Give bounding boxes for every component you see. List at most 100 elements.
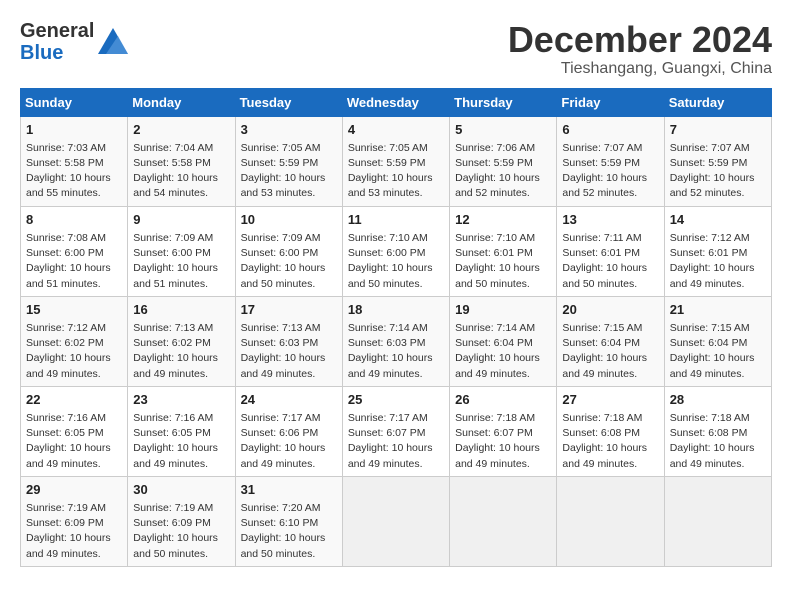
calendar-week-row: 1 Sunrise: 7:03 AMSunset: 5:58 PMDaylight… [21,116,772,206]
day-info: Sunrise: 7:13 AMSunset: 6:02 PMDaylight:… [133,321,229,382]
day-info: Sunrise: 7:10 AMSunset: 6:01 PMDaylight:… [455,231,551,292]
day-info: Sunrise: 7:18 AMSunset: 6:08 PMDaylight:… [562,411,658,472]
day-info: Sunrise: 7:10 AMSunset: 6:00 PMDaylight:… [348,231,444,292]
day-number: 4 [348,121,444,139]
calendar-cell: 27 Sunrise: 7:18 AMSunset: 6:08 PMDayligh… [557,386,664,476]
calendar-cell: 19Sunrise: 7:14 AMSunset: 6:04 PMDayligh… [450,296,557,386]
month-title: December 2024 [508,20,772,60]
calendar-cell: 10 Sunrise: 7:09 AMSunset: 6:00 PMDayligh… [235,206,342,296]
calendar-cell: 15 Sunrise: 7:12 AMSunset: 6:02 PMDayligh… [21,296,128,386]
calendar-cell: 31 Sunrise: 7:20 AMSunset: 6:10 PMDayligh… [235,476,342,566]
day-info: Sunrise: 7:17 AMSunset: 6:07 PMDaylight:… [348,411,444,472]
calendar-cell: 8 Sunrise: 7:08 AMSunset: 6:00 PMDaylight… [21,206,128,296]
day-info: Sunrise: 7:13 AMSunset: 6:03 PMDaylight:… [241,321,337,382]
day-info: Sunrise: 7:03 AMSunset: 5:58 PMDaylight:… [26,141,122,202]
day-number: 15 [26,301,122,319]
calendar-cell [342,476,449,566]
day-number: 12 [455,211,551,229]
calendar-cell: 21Sunrise: 7:15 AMSunset: 6:04 PMDayligh… [664,296,771,386]
day-number: 10 [241,211,337,229]
day-info: Sunrise: 7:09 AMSunset: 6:00 PMDaylight:… [241,231,337,292]
day-number: 18 [348,301,444,319]
day-number: 1 [26,121,122,139]
weekday-header: Wednesday [342,88,449,116]
day-info: Sunrise: 7:16 AMSunset: 6:05 PMDaylight:… [133,411,229,472]
calendar-cell: 17Sunrise: 7:13 AMSunset: 6:03 PMDayligh… [235,296,342,386]
calendar-cell: 7 Sunrise: 7:07 AMSunset: 5:59 PMDaylight… [664,116,771,206]
calendar-cell: 28 Sunrise: 7:18 AMSunset: 6:08 PMDayligh… [664,386,771,476]
day-info: Sunrise: 7:19 AMSunset: 6:09 PMDaylight:… [133,501,229,562]
day-number: 20 [562,301,658,319]
calendar-cell: 3Sunrise: 7:05 AMSunset: 5:59 PMDaylight… [235,116,342,206]
day-number: 7 [670,121,766,139]
day-number: 24 [241,391,337,409]
weekday-header: Tuesday [235,88,342,116]
logo-icon [98,28,128,59]
day-info: Sunrise: 7:15 AMSunset: 6:04 PMDaylight:… [562,321,658,382]
day-info: Sunrise: 7:18 AMSunset: 6:07 PMDaylight:… [455,411,551,472]
calendar-cell: 26 Sunrise: 7:18 AMSunset: 6:07 PMDayligh… [450,386,557,476]
day-number: 8 [26,211,122,229]
calendar-header-row: SundayMondayTuesdayWednesdayThursdayFrid… [21,88,772,116]
day-number: 9 [133,211,229,229]
day-number: 27 [562,391,658,409]
day-info: Sunrise: 7:07 AMSunset: 5:59 PMDaylight:… [670,141,766,202]
calendar-week-row: 8 Sunrise: 7:08 AMSunset: 6:00 PMDaylight… [21,206,772,296]
day-info: Sunrise: 7:14 AMSunset: 6:04 PMDaylight:… [455,321,551,382]
calendar-week-row: 22 Sunrise: 7:16 AMSunset: 6:05 PMDayligh… [21,386,772,476]
day-info: Sunrise: 7:11 AMSunset: 6:01 PMDaylight:… [562,231,658,292]
calendar-cell: 13 Sunrise: 7:11 AMSunset: 6:01 PMDayligh… [557,206,664,296]
calendar-cell: 23 Sunrise: 7:16 AMSunset: 6:05 PMDayligh… [128,386,235,476]
day-number: 2 [133,121,229,139]
weekday-header: Saturday [664,88,771,116]
day-number: 5 [455,121,551,139]
day-info: Sunrise: 7:05 AMSunset: 5:59 PMDaylight:… [348,141,444,202]
calendar-cell [557,476,664,566]
day-number: 25 [348,391,444,409]
weekday-header: Monday [128,88,235,116]
calendar-cell: 12 Sunrise: 7:10 AMSunset: 6:01 PMDayligh… [450,206,557,296]
calendar-cell: 5Sunrise: 7:06 AMSunset: 5:59 PMDaylight… [450,116,557,206]
calendar-cell: 6Sunrise: 7:07 AMSunset: 5:59 PMDaylight… [557,116,664,206]
calendar-week-row: 29 Sunrise: 7:19 AMSunset: 6:09 PMDayligh… [21,476,772,566]
day-number: 6 [562,121,658,139]
day-number: 11 [348,211,444,229]
calendar-cell [450,476,557,566]
calendar-cell: 9 Sunrise: 7:09 AMSunset: 6:00 PMDaylight… [128,206,235,296]
day-number: 29 [26,481,122,499]
day-number: 16 [133,301,229,319]
calendar-table: SundayMondayTuesdayWednesdayThursdayFrid… [20,88,772,567]
calendar-cell: 18 Sunrise: 7:14 AMSunset: 6:03 PMDayligh… [342,296,449,386]
day-info: Sunrise: 7:08 AMSunset: 6:00 PMDaylight:… [26,231,122,292]
calendar-cell: 30 Sunrise: 7:19 AMSunset: 6:09 PMDayligh… [128,476,235,566]
day-number: 14 [670,211,766,229]
calendar-cell: 4 Sunrise: 7:05 AMSunset: 5:59 PMDaylight… [342,116,449,206]
weekday-header: Thursday [450,88,557,116]
logo-general: General [20,20,94,42]
day-number: 31 [241,481,337,499]
calendar-cell: 22 Sunrise: 7:16 AMSunset: 6:05 PMDayligh… [21,386,128,476]
day-number: 23 [133,391,229,409]
calendar-cell: 29 Sunrise: 7:19 AMSunset: 6:09 PMDayligh… [21,476,128,566]
day-info: Sunrise: 7:20 AMSunset: 6:10 PMDaylight:… [241,501,337,562]
day-number: 28 [670,391,766,409]
weekday-header: Friday [557,88,664,116]
calendar-week-row: 15 Sunrise: 7:12 AMSunset: 6:02 PMDayligh… [21,296,772,386]
day-number: 30 [133,481,229,499]
day-info: Sunrise: 7:14 AMSunset: 6:03 PMDaylight:… [348,321,444,382]
logo: General Blue [20,20,128,64]
day-info: Sunrise: 7:15 AMSunset: 6:04 PMDaylight:… [670,321,766,382]
day-info: Sunrise: 7:16 AMSunset: 6:05 PMDaylight:… [26,411,122,472]
day-info: Sunrise: 7:19 AMSunset: 6:09 PMDaylight:… [26,501,122,562]
day-info: Sunrise: 7:18 AMSunset: 6:08 PMDaylight:… [670,411,766,472]
day-number: 22 [26,391,122,409]
calendar-cell: 24Sunrise: 7:17 AMSunset: 6:06 PMDayligh… [235,386,342,476]
day-number: 13 [562,211,658,229]
logo-blue: Blue [20,42,94,64]
day-info: Sunrise: 7:12 AMSunset: 6:01 PMDaylight:… [670,231,766,292]
calendar-cell: 1 Sunrise: 7:03 AMSunset: 5:58 PMDaylight… [21,116,128,206]
day-info: Sunrise: 7:12 AMSunset: 6:02 PMDaylight:… [26,321,122,382]
day-info: Sunrise: 7:09 AMSunset: 6:00 PMDaylight:… [133,231,229,292]
day-number: 26 [455,391,551,409]
day-number: 3 [241,121,337,139]
